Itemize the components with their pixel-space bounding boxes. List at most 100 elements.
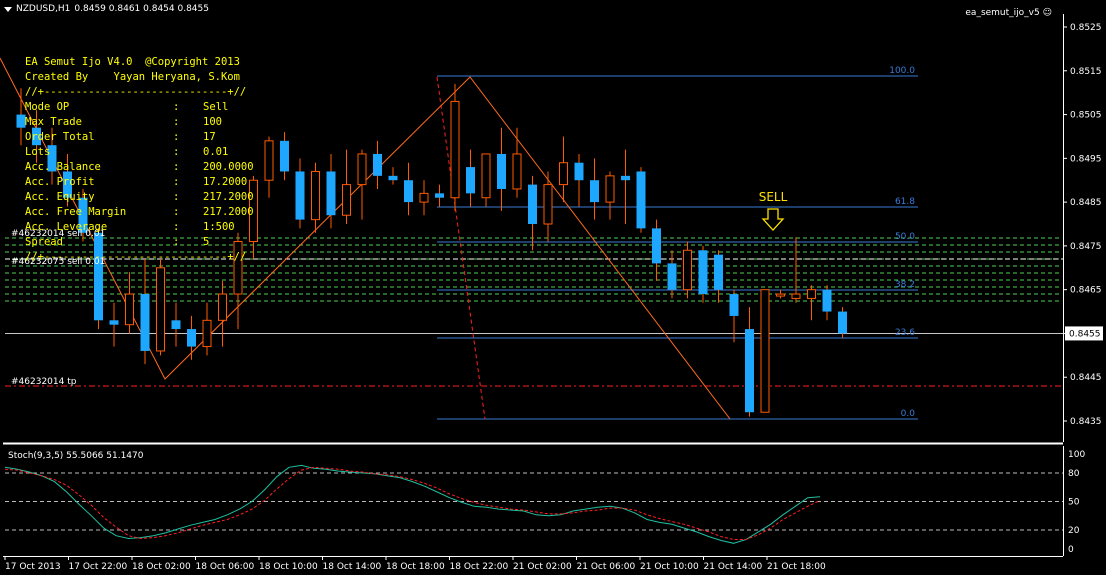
candle-body-bull [683, 249, 692, 291]
candle-body-bear [109, 320, 119, 325]
candle-body-bear [838, 311, 847, 334]
info-author: Created By Yayan Heryana, S.Kom [25, 71, 240, 83]
candle-body-bull [357, 153, 367, 186]
fib-level-label: 61.8 [895, 197, 915, 207]
info-row: Acc. Balance: 200.0000 [25, 160, 254, 175]
info-row-colon: : [173, 116, 180, 128]
candle-body-bull [450, 100, 460, 199]
stoch-signal-line [4, 466, 821, 540]
info-row-colon: : [173, 176, 180, 188]
price-axis-label: 0.8525 [1070, 23, 1102, 33]
candle-body-bull [218, 293, 227, 321]
candle-body-bull [543, 184, 553, 225]
candle-body-bull [481, 153, 491, 199]
info-row-colon: : [173, 101, 180, 113]
price-axis-label: 0.8515 [1070, 67, 1102, 77]
info-row: Spread: 5 [25, 235, 254, 250]
candle-body-bull [156, 267, 165, 352]
info-row-value: 200.0000 [203, 161, 254, 173]
info-row: Acc. Free Margin: 217.2000 [25, 205, 254, 220]
stoch-main-line [4, 464, 821, 544]
candle-body-bear [388, 175, 398, 181]
current-price-label: 0.8455 [1069, 329, 1101, 339]
info-row: Mode OP: Sell [25, 100, 254, 115]
info-title: EA Semut Ijo V4.0 @Copyright 2013 [25, 56, 240, 68]
time-axis-label: 21 Oct 02:00 [513, 562, 572, 572]
candle-body-bear [652, 228, 661, 264]
candle-body-bull [311, 170, 320, 221]
time-axis-label: 17 Oct 22:00 [69, 562, 128, 572]
info-row: Acc. Equity: 217.2000 [25, 190, 254, 205]
candle-body-bear [590, 180, 599, 203]
info-row-label: Max Trade [25, 116, 82, 128]
info-row-label: Acc. Leverage [25, 221, 108, 233]
candle-body-bull [760, 289, 770, 413]
price-axis-label: 0.8435 [1070, 417, 1102, 427]
candle-body-bull [202, 319, 212, 348]
info-row-colon: : [173, 131, 180, 143]
candle-body-bear [466, 167, 475, 194]
candle-body-bear [574, 162, 584, 181]
stoch-axis-label: 80 [1068, 469, 1080, 479]
candle-body-bear [745, 329, 754, 413]
info-row-colon: : [173, 236, 180, 248]
info-row-label: Order Total [25, 131, 95, 143]
fib-level-label: 0.0 [901, 409, 916, 419]
info-row-value: 17 [203, 131, 216, 143]
sell-signal-label: SELL [759, 190, 788, 204]
chart-window[interactable]: NZDUSD,H1 0.8459 0.8461 0.8454 0.8455 ea… [0, 0, 1106, 575]
candle-body-bull [125, 293, 134, 326]
tp-label: #46232014 tp [11, 377, 77, 387]
ea-info-panel: EA Semut Ijo V4.0 @Copyright 2013 Create… [25, 55, 254, 265]
info-row-label: Acc. Free Margin [25, 206, 127, 218]
candle-body-bull [791, 293, 801, 299]
candle-body-bull [342, 184, 351, 216]
stoch-label: Stoch(9,3,5) 55.5066 51.1470 [8, 451, 144, 461]
info-row-label: Lots [25, 146, 51, 158]
candle-body-bull [419, 192, 429, 203]
info-row-label: Acc. Equity [25, 191, 95, 203]
time-axis-label: 18 Oct 02:00 [132, 562, 191, 572]
info-divider-bottom: //+-----------------------------+// [25, 251, 247, 263]
info-row-colon: : [173, 206, 180, 218]
candle-body-bear [280, 140, 289, 172]
time-axis-label: 18 Oct 14:00 [323, 562, 382, 572]
time-axis-label: 17 Oct 2013 [5, 562, 61, 572]
candle-body-bear [373, 153, 382, 176]
candle-body-bear [528, 184, 537, 224]
price-axis-label: 0.8495 [1070, 154, 1102, 164]
price-axis-label: 0.8485 [1070, 198, 1102, 208]
candle-body-bear [497, 153, 506, 189]
info-row: Acc. Leverage: 1:500 [25, 220, 254, 235]
info-row-value: 100 [203, 116, 222, 128]
candle-body-bear [636, 171, 646, 229]
candle-body-bull [605, 175, 615, 203]
time-axis-label: 18 Oct 18:00 [386, 562, 445, 572]
time-axis-label: 21 Oct 14:00 [704, 562, 763, 572]
info-row-value: 0.01 [203, 146, 229, 158]
candle-body-bull [264, 140, 274, 181]
info-row-label: Spread [25, 236, 63, 248]
candle-body-bear [435, 193, 444, 198]
candle-body-bear [698, 250, 708, 295]
time-axis-label: 18 Oct 10:00 [259, 562, 318, 572]
fib-level-label: 23.6 [895, 328, 915, 338]
price-axis-label: 0.8505 [1070, 111, 1102, 121]
price-axis-label: 0.8445 [1070, 373, 1102, 383]
candle-body-bear [187, 329, 196, 347]
info-row-label: Acc. Balance [25, 161, 101, 173]
candle-body-bear [714, 254, 723, 290]
candle-body-bear [140, 294, 150, 351]
info-row-value: 217.2000 [203, 206, 254, 218]
info-row: Max Trade: 100 [25, 115, 254, 130]
stoch-axis-label: 20 [1068, 526, 1080, 536]
info-row-value: 1:500 [203, 221, 235, 233]
price-axis-label: 0.8475 [1070, 242, 1102, 252]
info-row-colon: : [173, 221, 180, 233]
info-rows: Mode OP: Sell Max Trade: 100 Order Total: 17 L… [25, 100, 254, 250]
price-axis-label: 0.8465 [1070, 286, 1102, 296]
fib-trend-line [436, 76, 486, 420]
info-row-colon: : [173, 146, 180, 158]
time-axis-label: 18 Oct 22:00 [450, 562, 509, 572]
time-axis-label: 21 Oct 18:00 [767, 562, 826, 572]
